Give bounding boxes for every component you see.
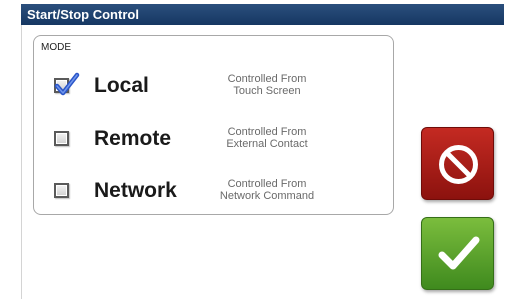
mode-desc-local-line2: Touch Screen [233,85,301,97]
mode-label-remote: Remote [94,127,172,150]
mode-desc-network: Controlled From Network Command [202,178,332,202]
checkmark-icon [438,236,480,270]
mode-desc-local-line1: Controlled From [227,73,307,85]
network-checkbox[interactable] [54,183,69,198]
mode-panel: MODE Local Controlled From Touch Screen … [33,35,394,215]
mode-option-remote[interactable]: Remote Controlled From External Contact [34,116,393,166]
remote-checkbox[interactable] [54,131,69,146]
mode-desc-remote: Controlled From External Contact [202,126,332,150]
mode-desc-remote-line2: External Contact [226,138,308,150]
mode-label-network: Network [94,179,177,202]
mode-option-network[interactable]: Network Controlled From Network Command [34,168,393,218]
mode-heading: MODE [41,42,71,53]
stop-button[interactable] [421,127,494,200]
checkmark-icon [54,72,80,96]
prohibited-icon [439,145,478,184]
mode-desc-remote-line1: Controlled From [227,126,307,138]
window-title: Start/Stop Control [21,4,504,25]
mode-desc-local: Controlled From Touch Screen [202,73,332,97]
confirm-button[interactable] [421,217,494,290]
mode-label-local: Local [94,74,149,97]
mode-desc-network-line2: Network Command [219,190,315,202]
local-checkbox[interactable] [54,72,80,96]
mode-option-local[interactable]: Local Controlled From Touch Screen [34,63,393,113]
mode-desc-network-line1: Controlled From [227,178,307,190]
